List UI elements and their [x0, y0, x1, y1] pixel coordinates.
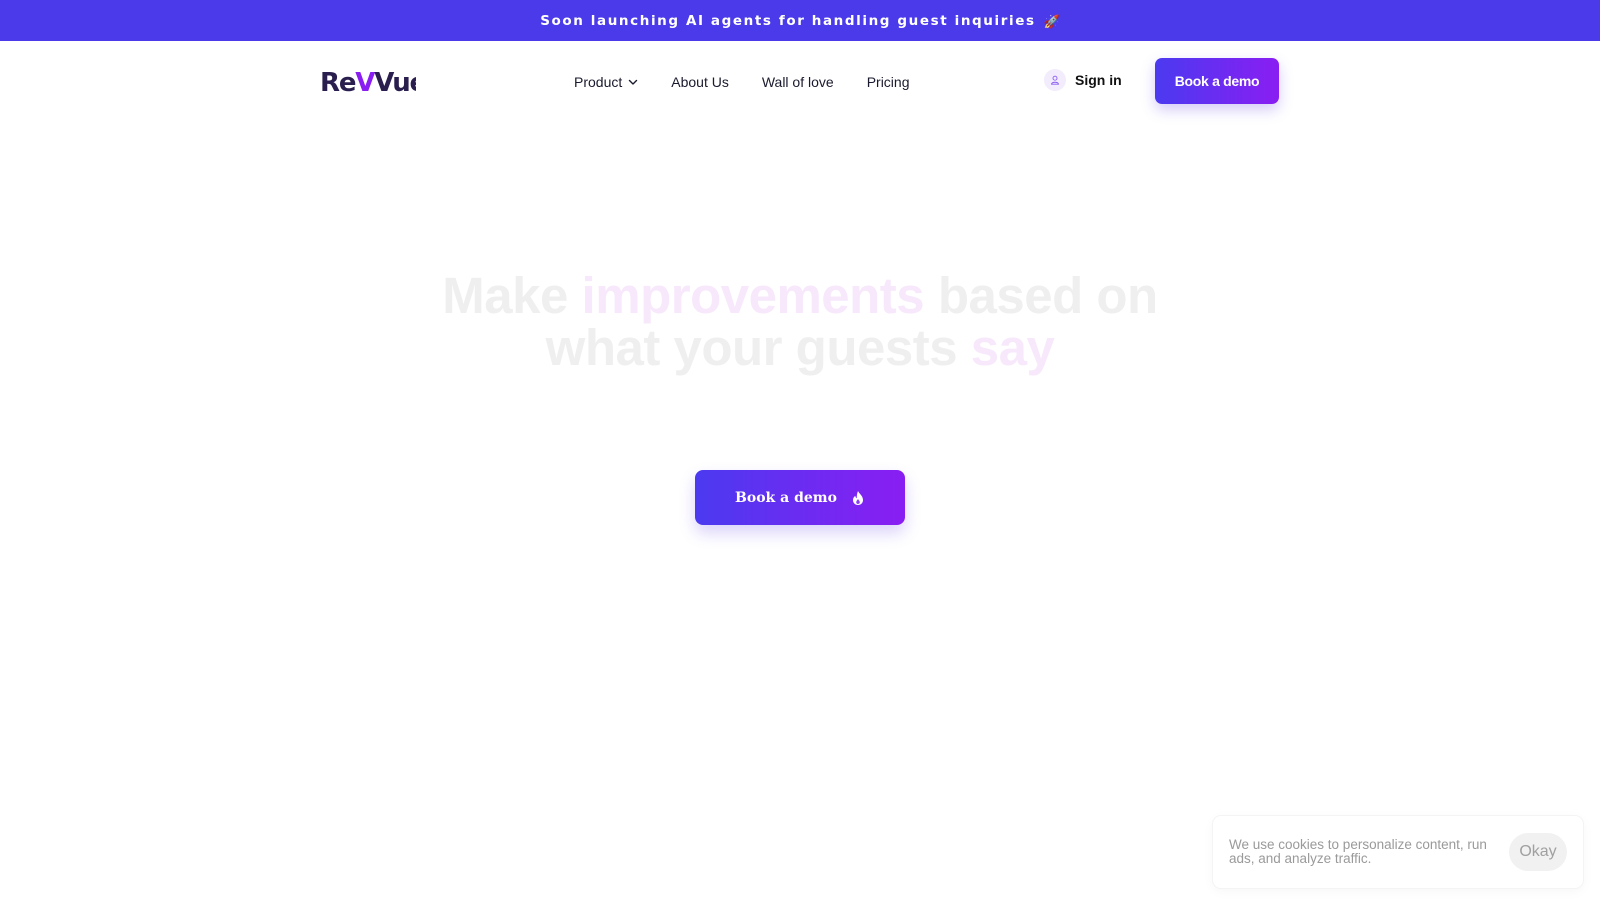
cookie-banner: We use cookies to personalize content, r… — [1213, 816, 1583, 888]
cookie-text: We use cookies to personalize content, r… — [1229, 837, 1487, 866]
nav-item-product[interactable]: Product — [574, 73, 638, 91]
hero-accent-say: say — [970, 319, 1055, 376]
hero-line-1: Make improvements based on — [0, 270, 1600, 322]
hero-headline: Make improvements based on what your gue… — [0, 270, 1600, 374]
hero-line-2: what your guests say — [0, 322, 1600, 374]
hero-line-2-pre: what your guests — [545, 319, 971, 376]
hero-cta-label: Book a demo — [735, 489, 837, 506]
cookie-okay-button[interactable]: Okay — [1509, 833, 1567, 871]
revvue-logo[interactable]: ReVVue — [320, 64, 416, 98]
chevron-down-icon — [629, 79, 638, 85]
hero-line-1-pre: Make — [442, 267, 582, 324]
nav-item-about-us[interactable]: About Us — [671, 73, 729, 91]
main-menu: Product About Us Wall of love Pricing — [574, 73, 909, 91]
fire-icon — [852, 490, 863, 505]
book-demo-hero-button[interactable]: Book a demo — [695, 470, 905, 525]
book-demo-nav-button[interactable]: Book a demo — [1155, 58, 1279, 104]
hero-line-1-post: based on — [924, 267, 1158, 324]
rocket-icon: 🚀 — [1043, 13, 1060, 29]
sign-in-label: Sign in — [1075, 72, 1122, 88]
sign-in-link[interactable]: Sign in — [1044, 69, 1122, 91]
announcement-text: Soon launching AI agents for handling gu… — [540, 12, 1036, 29]
nav-item-product-label: Product — [574, 74, 623, 90]
hero-accent-improvements: improvements — [581, 267, 925, 324]
user-icon — [1044, 69, 1066, 91]
top-nav: ReVVue Product About Us Wall of love Pri… — [0, 41, 1600, 123]
nav-item-wall-of-love[interactable]: Wall of love — [762, 73, 834, 91]
nav-item-pricing[interactable]: Pricing — [867, 73, 910, 91]
svg-text:ReVVue: ReVVue — [320, 68, 416, 98]
announcement-bar: Soon launching AI agents for handling gu… — [0, 0, 1600, 41]
